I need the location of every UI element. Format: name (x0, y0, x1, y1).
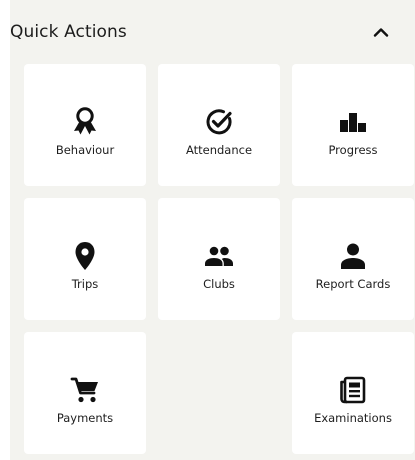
group-icon (203, 240, 235, 272)
check-circle-icon (203, 106, 235, 138)
action-label: Examinations (314, 411, 392, 425)
action-label: Attendance (185, 143, 253, 157)
action-label: Payments (56, 411, 114, 425)
quick-actions-panel: Quick Actions Behaviour Attendance Progr… (10, 0, 415, 460)
collapse-button[interactable] (367, 19, 395, 45)
action-label: Report Cards (315, 277, 391, 291)
quick-actions-header: Quick Actions (10, 0, 415, 64)
shopping-cart-icon (69, 374, 101, 406)
empty-slot (158, 332, 280, 454)
award-ribbon-icon (69, 106, 101, 138)
person-icon (337, 240, 369, 272)
action-tile-trips[interactable]: Trips (24, 198, 146, 320)
action-tile-progress[interactable]: Progress (292, 64, 414, 186)
action-tile-report-cards[interactable]: Report Cards (292, 198, 414, 320)
chevron-up-icon (373, 28, 389, 37)
action-tile-clubs[interactable]: Clubs (158, 198, 280, 320)
action-label: Clubs (203, 277, 235, 291)
action-label: Behaviour (55, 143, 115, 157)
newspaper-icon (337, 374, 369, 406)
action-tile-examinations[interactable]: Examinations (292, 332, 414, 454)
action-label: Progress (328, 143, 378, 157)
action-tile-behaviour[interactable]: Behaviour (24, 64, 146, 186)
action-tile-payments[interactable]: Payments (24, 332, 146, 454)
podium-icon (337, 106, 369, 138)
action-tile-attendance[interactable]: Attendance (158, 64, 280, 186)
action-label: Trips (71, 277, 99, 291)
map-pin-icon (69, 240, 101, 272)
panel-title: Quick Actions (10, 22, 127, 42)
